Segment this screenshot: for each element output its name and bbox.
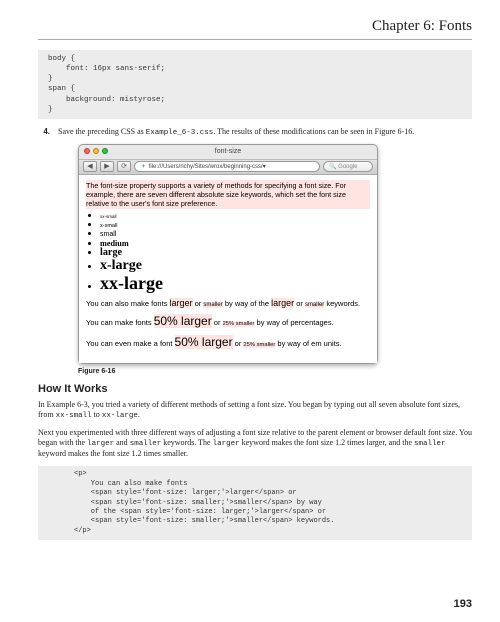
figure-6-16: font-size ◀ ▶ ⟳ + file:///Users/richy/Si… [78,144,472,364]
url-bar[interactable]: + file:///Users/richy/Sites/wrox/beginni… [134,161,320,172]
code-inline: smaller [414,440,446,448]
page-number: 193 [454,598,472,610]
t: by way of em units. [275,339,341,348]
span-larger: larger [170,298,193,308]
minimize-icon[interactable] [93,148,99,154]
intro-paragraph: The font-size property supports a variet… [86,180,370,209]
code-inline: xx-large [102,412,138,420]
t: You can even make a font [86,339,175,348]
body-paragraph-1: In Example 6-3, you tried a variety of d… [38,400,472,422]
t: keyword makes the font size 1.2 times la… [240,438,414,447]
span-150pct: 50% larger [154,314,212,328]
add-bookmark-icon[interactable]: + [140,162,147,172]
span-smaller: smaller [203,302,222,308]
zoom-icon[interactable] [102,148,108,154]
t: or [294,299,305,308]
section-heading: How It Works [38,383,472,395]
t: You can make fonts [86,318,154,327]
browser-titlebar: font-size [79,145,377,159]
demo-paragraph-1: You can also make fonts larger or smalle… [86,298,370,310]
demo-paragraph-3: You can even make a font 50% larger or 2… [86,335,370,351]
browser-toolbar: ◀ ▶ ⟳ + file:///Users/richy/Sites/wrox/b… [79,159,377,175]
step-4: 4. Save the preceding CSS as Example_6-3… [38,127,472,138]
list-item: xx-large [100,274,370,293]
t: by way of percentages. [254,318,333,327]
code-block-html: <p> You can also make fonts <span style=… [38,466,472,540]
code-inline: smaller [130,440,162,448]
window-controls[interactable] [84,148,108,154]
figure-caption: Figure 6-16 [78,368,472,375]
span-75em: 25% smaller [243,342,275,348]
code-inline: larger [87,440,114,448]
step-filename: Example_6-3.css [146,129,214,137]
code-inline: larger [213,440,240,448]
t: You can also make fonts [86,299,170,308]
chapter-title: Chapter 6: Fonts [38,18,472,40]
step-post: . The results of these modifications can… [213,127,414,136]
search-placeholder: Google [338,164,357,170]
t: to [92,410,102,419]
span-75pct: 25% smaller [223,321,255,327]
close-icon[interactable] [84,148,90,154]
browser-viewport: The font-size property supports a variet… [79,175,377,363]
demo-paragraph-2: You can make fonts 50% larger or 25% sma… [86,314,370,330]
list-item: xx-small [100,211,370,220]
span-larger: larger [271,298,294,308]
t: by way of the [223,299,271,308]
code-inline: xx-small [56,412,92,420]
code-block-css: body { font: 16px sans-serif; } span { b… [38,50,472,119]
step-text: Save the preceding CSS as Example_6-3.cs… [58,127,414,138]
url-text: file:///Users/richy/Sites/wrox/beginning… [149,164,266,170]
search-input[interactable]: 🔍 Google [323,161,373,172]
list-item: x-small [100,220,370,230]
span-smaller: smaller [305,302,324,308]
t: keyword makes the font size 1.2 times sm… [38,449,188,458]
t: keywords. The [161,438,212,447]
forward-button[interactable]: ▶ [100,161,114,172]
list-item: small [100,229,370,238]
window-title: font-size [215,148,241,155]
font-size-list: xx-small x-small small medium large x-la… [86,211,370,293]
step-number: 4. [38,127,58,138]
t: keywords. [324,299,360,308]
body-paragraph-2: Next you experimented with three differe… [38,428,472,461]
t: or [212,318,223,327]
list-item: medium [100,239,370,249]
step-pre: Save the preceding CSS as [58,127,146,136]
reload-button[interactable]: ⟳ [117,161,131,172]
t: or [233,339,244,348]
span-150em: 50% larger [175,335,233,349]
t: or [193,299,204,308]
t: . [138,410,140,419]
back-button[interactable]: ◀ [83,161,97,172]
list-item: x-large [100,259,370,274]
browser-window: font-size ◀ ▶ ⟳ + file:///Users/richy/Si… [78,144,378,364]
t: and [114,438,130,447]
